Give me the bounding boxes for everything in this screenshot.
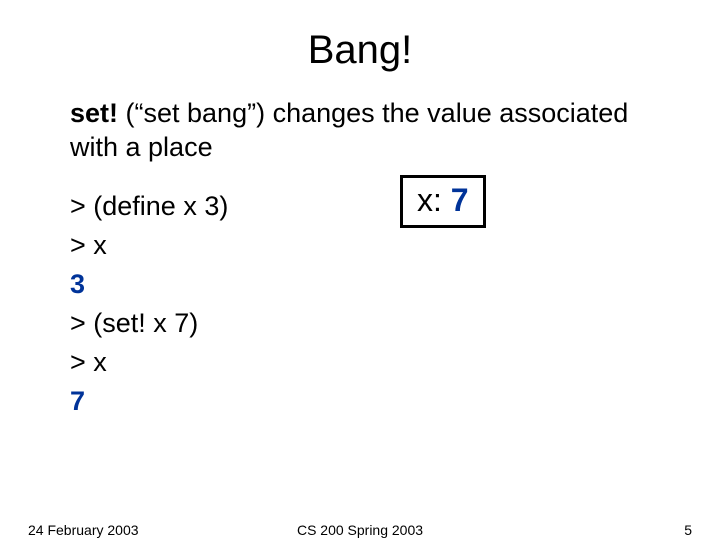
repl-line: > (define x 3) bbox=[70, 187, 650, 226]
description: set! (“set bang”) changes the value asso… bbox=[0, 73, 720, 165]
repl-line: > x bbox=[70, 226, 650, 265]
repl-line: > (set! x 7) bbox=[70, 304, 650, 343]
repl-transcript: > (define x 3) > x 3 > (set! x 7) > x 7 bbox=[70, 187, 650, 422]
value-box: x: 7 bbox=[400, 175, 486, 228]
slide: Bang! set! (“set bang”) changes the valu… bbox=[0, 0, 720, 540]
repl-output: 3 bbox=[70, 265, 650, 304]
footer-page-number: 5 bbox=[684, 522, 692, 538]
content-area: > (define x 3) > x 3 > (set! x 7) > x 7 … bbox=[0, 165, 720, 422]
repl-output: 7 bbox=[70, 382, 650, 421]
value-box-value: 7 bbox=[451, 182, 469, 218]
footer-course: CS 200 Spring 2003 bbox=[0, 522, 720, 538]
value-box-label: x: bbox=[417, 182, 451, 218]
keyword-set-bang: set! bbox=[70, 98, 118, 128]
repl-line: > x bbox=[70, 343, 650, 382]
description-text: (“set bang”) changes the value associate… bbox=[70, 98, 628, 162]
value-box-wrap: x: 7 bbox=[400, 175, 486, 228]
slide-title: Bang! bbox=[0, 0, 720, 73]
